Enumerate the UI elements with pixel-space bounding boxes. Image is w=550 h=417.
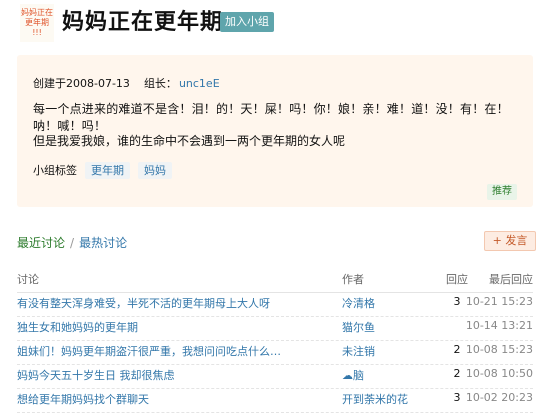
group-header: 妈妈正在 更年期 !!! 妈妈正在更年期 加入小组 <box>0 0 550 50</box>
group-title: 妈妈正在更年期 <box>62 10 224 35</box>
logo-line-1: 妈妈正在 <box>21 8 53 17</box>
created-date: 创建于2008-07-13 <box>33 77 130 90</box>
topic-link[interactable]: 姐妹们！妈妈更年期盗汗很严重，我想问问吃点什么… <box>17 343 281 359</box>
column-replies: 回应 <box>446 273 468 286</box>
logo-line-3: !!! <box>32 28 42 37</box>
tab-hottest[interactable]: 最热讨论 <box>79 236 127 250</box>
logo-line-2: 更年期 <box>25 18 49 27</box>
table-row: 有没有整天浑身难受，半死不活的更年期母上大人呀 冷清格 3 10-21 15:2… <box>17 292 533 317</box>
table-row: 姐妹们！妈妈更年期盗汗很严重，我想问问吃点什么… 未注销 2 10-08 15:… <box>17 340 533 365</box>
group-meta: 创建于2008-07-13 组长： unc1eE <box>33 75 220 91</box>
author-link[interactable]: 未注销 <box>342 343 375 359</box>
group-description-line-2: 但是我爱我娘，谁的生命中不会遇到一两个更年期的女人呢 <box>33 134 346 148</box>
column-discussion: 讨论 <box>17 273 39 286</box>
last-reply-time: 10-08 15:23 <box>465 343 533 356</box>
recommend-button[interactable]: 推荐 <box>487 184 517 200</box>
last-reply-time: 10-08 10:50 <box>465 367 533 380</box>
tag-mom[interactable]: 妈妈 <box>138 162 172 179</box>
last-reply-time: 10-21 15:23 <box>465 295 533 308</box>
author-link[interactable]: ☁脑 <box>342 367 364 383</box>
tag-menopause[interactable]: 更年期 <box>85 162 130 179</box>
join-group-button[interactable]: 加入小组 <box>220 12 274 32</box>
group-logo[interactable]: 妈妈正在 更年期 !!! <box>20 4 54 42</box>
table-row: 想给更年期妈妈找个群聊天 开到荼米的花 3 10-02 20:23 <box>17 388 533 413</box>
topic-link[interactable]: 妈妈今天五十岁生日 我却很焦虑 <box>17 367 175 383</box>
tags-label: 小组标签 <box>33 164 77 177</box>
table-row: 妈妈今天五十岁生日 我却很焦虑 ☁脑 2 10-08 10:50 <box>17 364 533 389</box>
group-tags: 小组标签 更年期 妈妈 <box>33 162 172 179</box>
tab-latest[interactable]: 最近讨论 <box>17 236 65 250</box>
table-header: 讨论 作者 回应 最后回应 <box>17 268 533 293</box>
author-link[interactable]: 冷清格 <box>342 295 375 311</box>
topic-link[interactable]: 想给更年期妈妈找个群聊天 <box>17 391 149 407</box>
topic-link[interactable]: 有没有整天浑身难受，半死不活的更年期母上大人呀 <box>17 295 270 311</box>
last-reply-time: 10-02 20:23 <box>465 391 533 404</box>
group-info-panel: 创建于2008-07-13 组长： unc1eE 每一个点进来的难道不是含！泪！的！… <box>17 55 533 207</box>
table-row: 独生女和她妈妈的更年期 猫尔鱼 10-14 13:21 <box>17 316 533 341</box>
column-last-reply: 最后回应 <box>489 273 533 286</box>
tab-separator: / <box>70 236 75 250</box>
column-author: 作者 <box>342 273 364 286</box>
owner-label: 组长： <box>143 77 177 90</box>
topic-link[interactable]: 独生女和她妈妈的更年期 <box>17 319 138 335</box>
author-link[interactable]: 猫尔鱼 <box>342 319 375 335</box>
group-description-line-1: 每一个点进来的难道不是含！泪！的！天！屎！吗！你！娘！亲！难！道！没！有！在！呐… <box>33 102 509 133</box>
discussion-tabs: 最近讨论 / 最热讨论 <box>17 234 127 251</box>
author-link[interactable]: 开到荼米的花 <box>342 391 408 407</box>
owner-link[interactable]: unc1eE <box>179 77 220 90</box>
post-button[interactable]: + 发言 <box>484 231 536 251</box>
last-reply-time: 10-14 13:21 <box>465 319 533 332</box>
